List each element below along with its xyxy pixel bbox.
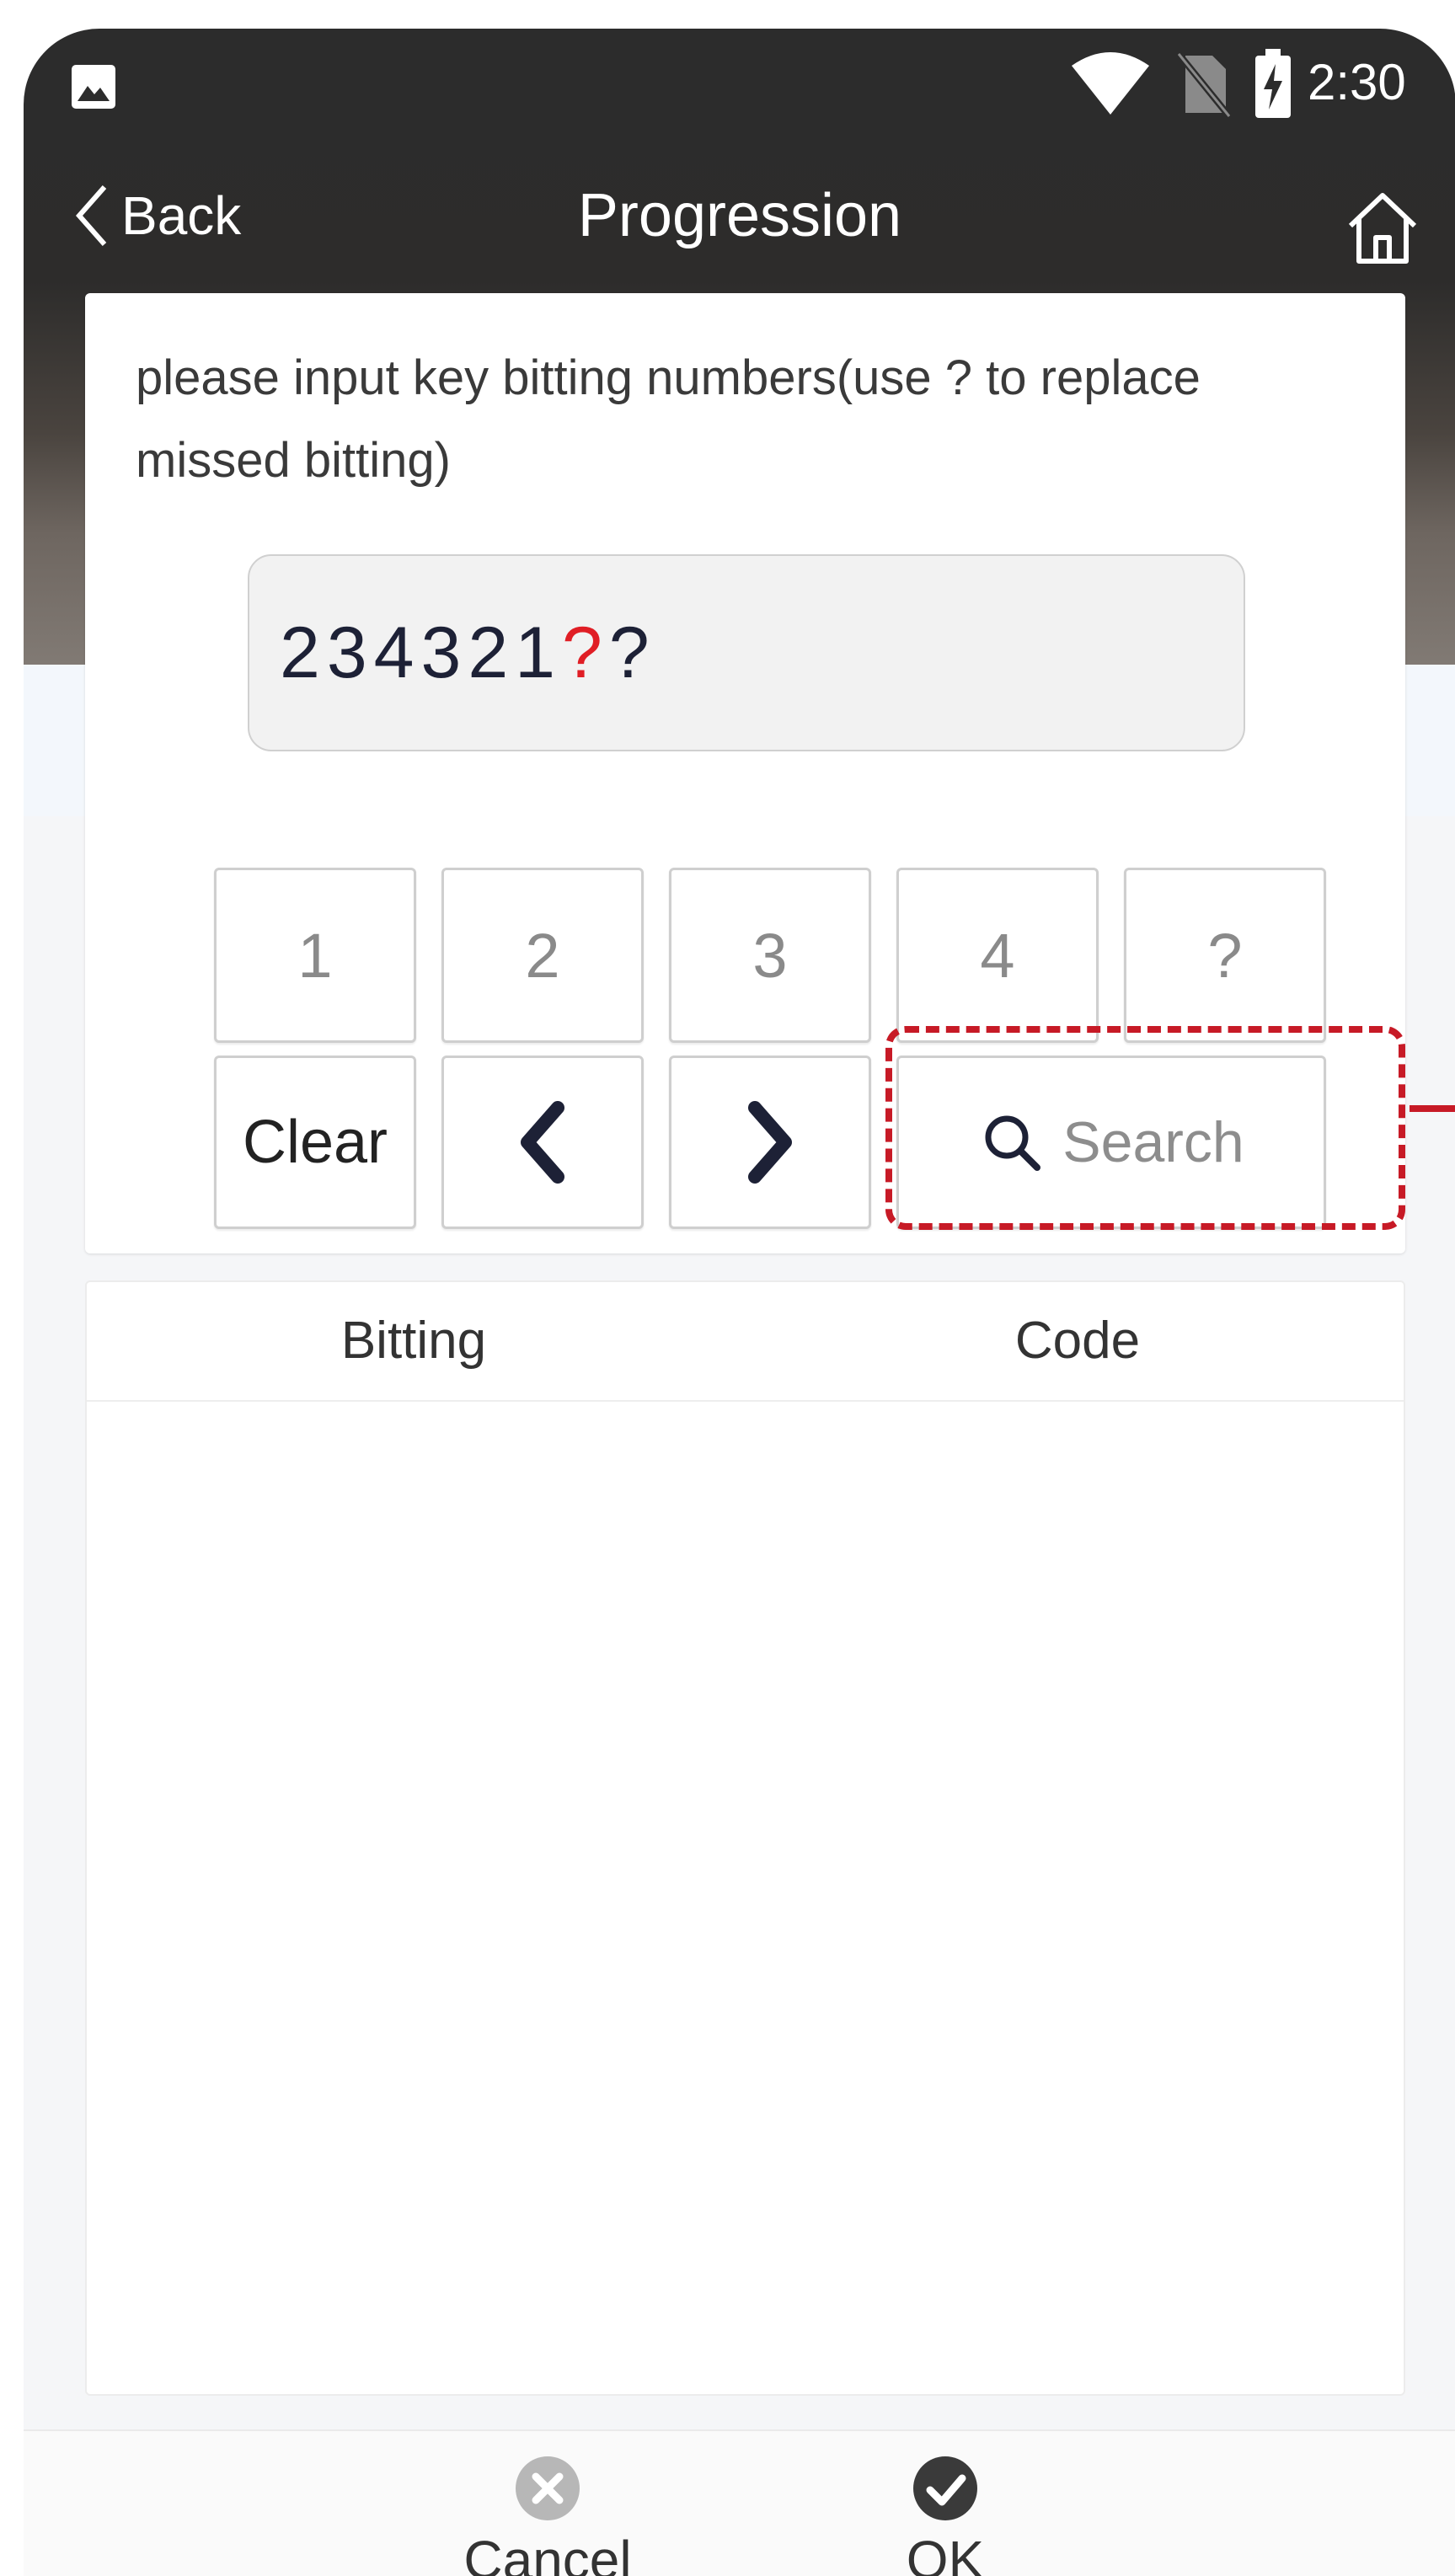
results-table: Bitting Code [85,1280,1405,2396]
clear-button[interactable]: Clear [214,1056,416,1229]
key-question-mark-label: ? [1207,920,1243,991]
ok-button[interactable]: OK [794,2431,1097,2576]
chevron-right-icon [748,1101,792,1184]
battery-charging-icon [1255,49,1291,118]
bitting-cursor-position: ? [561,612,609,693]
check-icon [913,2456,977,2520]
key-2[interactable]: 2 [441,868,644,1043]
key-3[interactable]: 3 [669,868,871,1043]
column-header-bitting: Bitting [340,1312,487,1370]
key-4-label: 4 [980,920,1015,991]
key-1[interactable]: 1 [214,868,416,1043]
clear-label: Clear [242,1109,388,1176]
device-screen: 2:30 Back Progression please input key b… [24,29,1455,2576]
search-button[interactable]: Search [896,1056,1326,1229]
key-question-mark[interactable]: ? [1124,868,1326,1043]
chevron-left-icon [521,1101,564,1184]
key-3-label: 3 [752,920,788,991]
cancel-icon [516,2456,580,2520]
cursor-right-button[interactable] [669,1056,871,1229]
cancel-label: Cancel [463,2530,632,2576]
gallery-icon [72,65,115,109]
bitting-value: 234321 [280,612,562,693]
no-sim-icon [1175,51,1233,118]
bottom-action-bar: Cancel OK [24,2429,1455,2576]
page-title: Progression [577,182,902,249]
bitting-input-card: please input key bitting numbers(use ? t… [85,293,1405,1253]
search-icon [985,1115,1041,1171]
cursor-left-button[interactable] [441,1056,644,1229]
callout-line [1410,1105,1455,1112]
bitting-input-field[interactable]: 234321?? [248,554,1245,751]
cancel-button[interactable]: Cancel [396,2431,699,2576]
key-1-label: 1 [297,920,333,991]
home-icon[interactable] [1342,187,1423,268]
status-bar: 2:30 [24,29,1455,142]
search-label: Search [1062,1110,1244,1174]
key-4[interactable]: 4 [896,868,1099,1043]
wifi-icon [1072,52,1149,115]
status-clock: 2:30 [1308,54,1406,110]
results-table-header: Bitting Code [87,1282,1404,1402]
input-prompt: please input key bitting numbers(use ? t… [136,350,1201,488]
column-header-code: Code [1014,1312,1141,1370]
bitting-value-rest: ? [608,612,656,693]
ok-label: OK [906,2530,985,2576]
key-2-label: 2 [525,920,560,991]
